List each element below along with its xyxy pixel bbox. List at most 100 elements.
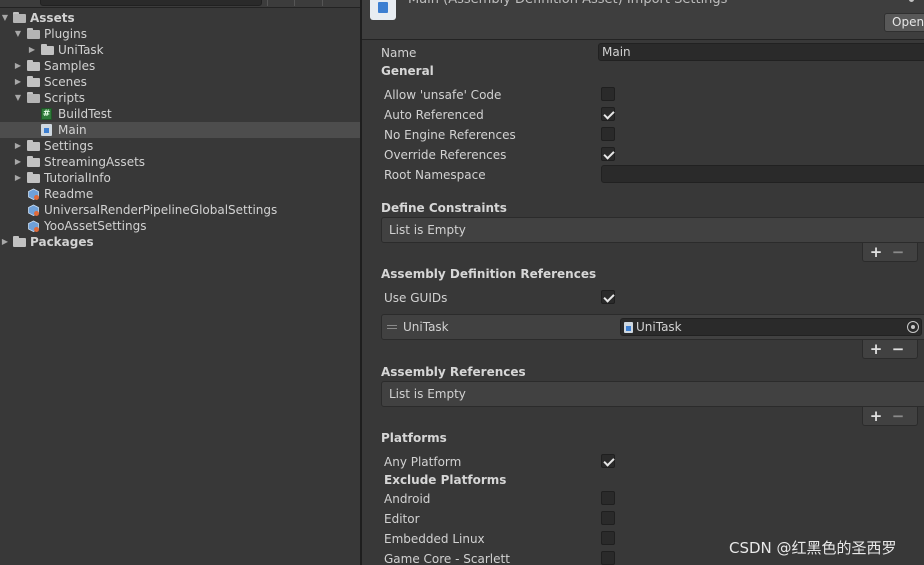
add-assembly-reference-button[interactable]: + <box>865 407 887 425</box>
expand-arrow-icon[interactable]: ▶ <box>27 42 37 58</box>
name-field[interactable]: Main <box>598 43 924 61</box>
folder-icon <box>13 236 26 248</box>
assembly-definition-icon <box>624 322 633 333</box>
toolbar-separator <box>267 0 268 6</box>
tree-item-label: Readme <box>44 187 94 201</box>
add-asmdef-reference-button[interactable]: + <box>865 340 887 358</box>
project-panel: ▼ Assets ▼ Plugins ▶ UniTask ▶ Samples ▶… <box>0 0 360 565</box>
tree-item-settings[interactable]: ▶ Settings <box>0 138 360 154</box>
tree-item-label: StreamingAssets <box>44 155 146 169</box>
csharp-script-icon: # <box>41 108 52 120</box>
folder-icon <box>27 76 40 88</box>
add-define-constraint-button[interactable]: + <box>865 243 887 261</box>
folder-open-icon <box>13 12 26 24</box>
platform-embedded-linux-label: Embedded Linux <box>384 532 485 546</box>
asmdef-references-title: Assembly Definition References <box>381 267 597 281</box>
object-picker-icon[interactable] <box>907 321 919 333</box>
tree-item-packages[interactable]: ▶ Packages <box>0 234 360 250</box>
folder-icon <box>27 60 40 72</box>
define-constraints-title: Define Constraints <box>381 201 507 215</box>
expand-arrow-icon[interactable]: ▼ <box>13 90 23 106</box>
toolbar-separator <box>322 0 323 6</box>
tree-item-streamingassets[interactable]: ▶ StreamingAssets <box>0 154 360 170</box>
root-namespace-label: Root Namespace <box>384 168 486 182</box>
define-constraints-list: List is Empty <box>381 217 924 243</box>
expand-arrow-icon[interactable]: ▶ <box>13 170 23 186</box>
tree-item-label: Samples <box>44 59 96 73</box>
tree-item-assets[interactable]: ▼ Assets <box>0 10 360 26</box>
auto-referenced-label: Auto Referenced <box>384 108 484 122</box>
tree-item-scripts[interactable]: ▼ Scripts <box>0 90 360 106</box>
tree-item-main[interactable]: Main <box>0 122 360 138</box>
tree-item-urp-global-settings[interactable]: UniversalRenderPipelineGlobalSettings <box>0 202 360 218</box>
remove-define-constraint-button[interactable]: − <box>887 243 909 261</box>
tree-item-label: Packages <box>30 235 94 249</box>
tree-item-label: Main <box>58 123 87 137</box>
no-engine-references-label: No Engine References <box>384 128 516 142</box>
platform-game-core-scarlett-checkbox[interactable] <box>601 551 615 565</box>
toolbar-separator <box>294 0 295 6</box>
root-namespace-field[interactable] <box>601 165 924 183</box>
remove-assembly-reference-button[interactable]: − <box>887 407 909 425</box>
open-button[interactable]: Open <box>884 13 924 32</box>
drag-handle-icon[interactable] <box>387 325 397 329</box>
scriptable-object-icon <box>28 188 39 200</box>
any-platform-checkbox[interactable] <box>601 454 615 468</box>
platform-editor-checkbox[interactable] <box>601 511 615 525</box>
platform-game-core-scarlett-label: Game Core - Scarlett <box>384 552 510 565</box>
override-references-label: Override References <box>384 148 507 162</box>
any-platform-label: Any Platform <box>384 455 462 469</box>
more-options-icon[interactable] <box>909 0 914 2</box>
tree-item-label: YooAssetSettings <box>44 219 147 233</box>
tree-item-scenes[interactable]: ▶ Scenes <box>0 74 360 90</box>
inspector-header: Main (Assembly Definition Asset) Import … <box>362 0 924 40</box>
platform-editor-label: Editor <box>384 512 420 526</box>
folder-open-icon <box>27 28 40 40</box>
platforms-title: Platforms <box>381 431 447 445</box>
allow-unsafe-checkbox[interactable] <box>601 87 615 101</box>
expand-arrow-icon[interactable]: ▶ <box>13 74 23 90</box>
expand-arrow-icon[interactable]: ▶ <box>13 58 23 74</box>
asmdef-reference-object-field[interactable]: UniTask <box>620 318 922 336</box>
tree-item-label: TutorialInfo <box>44 171 111 185</box>
asmdef-reference-row[interactable]: UniTask UniTask <box>381 314 924 340</box>
folder-icon <box>27 140 40 152</box>
asmdef-reference-label: UniTask <box>403 320 449 334</box>
tree-item-plugins[interactable]: ▼ Plugins <box>0 26 360 42</box>
list-empty-text: List is Empty <box>389 387 466 401</box>
platform-android-checkbox[interactable] <box>601 491 615 505</box>
folder-icon <box>27 172 40 184</box>
remove-asmdef-reference-button[interactable]: − <box>887 340 909 358</box>
define-constraints-list-footer: + − <box>862 243 918 262</box>
expand-arrow-icon[interactable]: ▶ <box>13 154 23 170</box>
project-toolbar <box>0 0 360 8</box>
asmdef-references-list-footer: + − <box>862 340 918 359</box>
tree-item-unitask[interactable]: ▶ UniTask <box>0 42 360 58</box>
assembly-definition-icon <box>370 0 396 20</box>
expand-arrow-icon[interactable]: ▼ <box>0 10 10 26</box>
auto-referenced-checkbox[interactable] <box>601 107 615 121</box>
assembly-references-title: Assembly References <box>381 365 526 379</box>
expand-arrow-icon[interactable]: ▼ <box>13 26 23 42</box>
tree-item-label: Plugins <box>44 27 87 41</box>
tree-item-label: Settings <box>44 139 94 153</box>
tree-item-yooassetsettings[interactable]: YooAssetSettings <box>0 218 360 234</box>
assembly-references-list-footer: + − <box>862 407 918 426</box>
project-search-input[interactable] <box>40 0 262 6</box>
expand-arrow-icon[interactable]: ▶ <box>13 138 23 154</box>
assembly-definition-icon <box>41 124 52 136</box>
list-empty-text: List is Empty <box>389 223 466 237</box>
tree-item-tutorialinfo[interactable]: ▶ TutorialInfo <box>0 170 360 186</box>
allow-unsafe-label: Allow 'unsafe' Code <box>384 88 502 102</box>
override-references-checkbox[interactable] <box>601 147 615 161</box>
tree-item-readme[interactable]: Readme <box>0 186 360 202</box>
tree-item-buildtest[interactable]: # BuildTest <box>0 106 360 122</box>
platform-embedded-linux-checkbox[interactable] <box>601 531 615 545</box>
tree-item-label: Assets <box>30 11 75 25</box>
tree-item-samples[interactable]: ▶ Samples <box>0 58 360 74</box>
general-section-title: General <box>381 64 434 78</box>
tree-item-label: Scenes <box>44 75 87 89</box>
no-engine-references-checkbox[interactable] <box>601 127 615 141</box>
use-guids-checkbox[interactable] <box>601 290 615 304</box>
expand-arrow-icon[interactable]: ▶ <box>0 234 10 250</box>
